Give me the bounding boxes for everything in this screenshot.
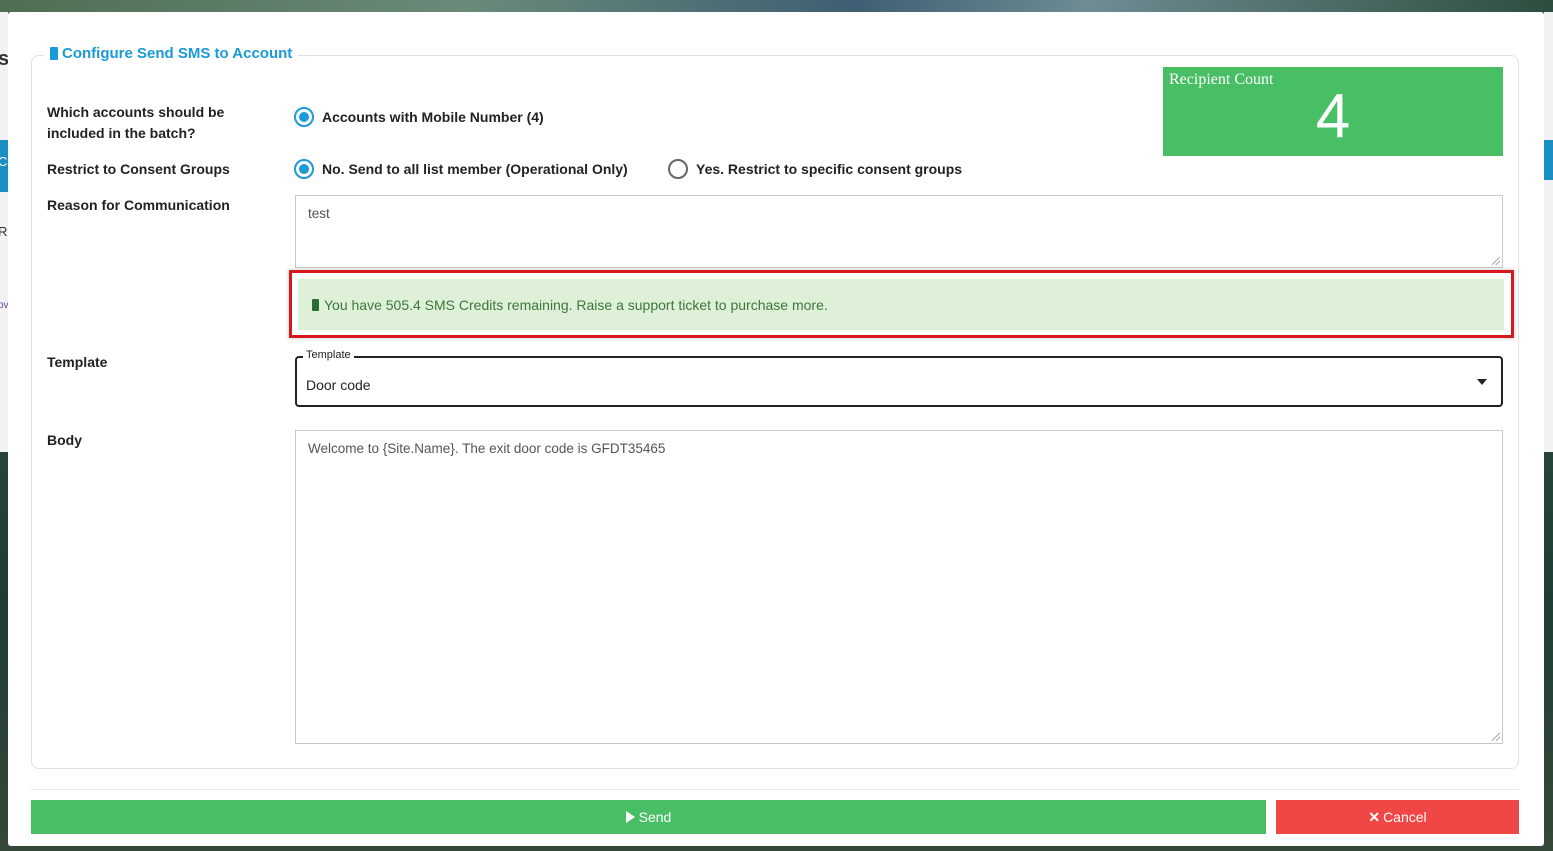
- consent-option-yes[interactable]: Yes. Restrict to specific consent groups: [668, 159, 962, 179]
- send-button-label: Send: [638, 809, 672, 825]
- dialog-title: Configure Send SMS to Account: [44, 45, 299, 62]
- body-textarea[interactable]: Welcome to {Site.Name}. The exit door co…: [295, 430, 1503, 744]
- play-icon: [625, 811, 635, 823]
- consent-yes-label[interactable]: Yes. Restrict to specific consent groups: [696, 161, 962, 177]
- credits-highlight: You have 505.4 SMS Credits remaining. Ra…: [289, 270, 1514, 338]
- reason-value: test: [308, 206, 330, 221]
- template-label: Template: [47, 354, 108, 370]
- consent-yes-radio[interactable]: [668, 159, 688, 179]
- accounts-label: Which accounts should be included in the…: [47, 104, 225, 141]
- consent-no-label[interactable]: No. Send to all list member (Operational…: [322, 161, 628, 177]
- mobile-phone-icon: [50, 47, 58, 60]
- consent-option-no[interactable]: No. Send to all list member (Operational…: [294, 159, 628, 179]
- accounts-radio[interactable]: [294, 107, 314, 127]
- reason-textarea[interactable]: test: [295, 195, 1503, 268]
- close-icon: ✕: [1368, 808, 1381, 825]
- background-right-accent: [1544, 140, 1553, 180]
- body-label: Body: [47, 432, 82, 448]
- mobile-phone-icon: [312, 298, 319, 311]
- cancel-button[interactable]: ✕ Cancel: [1276, 800, 1519, 834]
- body-value: Welcome to {Site.Name}. The exit door co…: [308, 441, 666, 456]
- footer-divider: [31, 789, 1519, 790]
- consent-label: Restrict to Consent Groups: [47, 161, 230, 177]
- send-sms-dialog: Configure Send SMS to Account Recipient …: [8, 12, 1544, 846]
- recipient-count-tile: Recipient Count 4: [1163, 67, 1503, 156]
- credits-message: You have 505.4 SMS Credits remaining. Ra…: [324, 296, 828, 313]
- reason-label: Reason for Communication: [47, 197, 230, 213]
- recipient-count-value: 4: [1315, 82, 1351, 151]
- template-selected-value: Door code: [306, 377, 371, 393]
- background-left-accent: C: [0, 140, 8, 192]
- configure-fieldset: Configure Send SMS to Account Recipient …: [31, 45, 1519, 769]
- background-left-letter: C: [0, 154, 8, 169]
- accounts-option[interactable]: Accounts with Mobile Number (4): [294, 107, 544, 127]
- caret-down-icon[interactable]: [1477, 379, 1487, 385]
- dialog-title-text: Configure Send SMS to Account: [62, 45, 293, 62]
- resize-grip-icon[interactable]: [1492, 733, 1500, 741]
- credits-alert: You have 505.4 SMS Credits remaining. Ra…: [298, 279, 1504, 330]
- background-right-panel: [1544, 12, 1553, 452]
- consent-no-radio[interactable]: [294, 159, 314, 179]
- resize-grip-icon[interactable]: [1492, 257, 1500, 265]
- background-left-letter: R: [0, 224, 8, 239]
- template-select[interactable]: Template Door code: [295, 349, 1503, 407]
- send-button[interactable]: Send: [31, 800, 1266, 834]
- cancel-button-label: Cancel: [1383, 809, 1427, 825]
- background-image-strip: [0, 0, 1553, 12]
- template-field-legend: Template: [303, 349, 354, 361]
- accounts-option-label[interactable]: Accounts with Mobile Number (4): [322, 109, 544, 125]
